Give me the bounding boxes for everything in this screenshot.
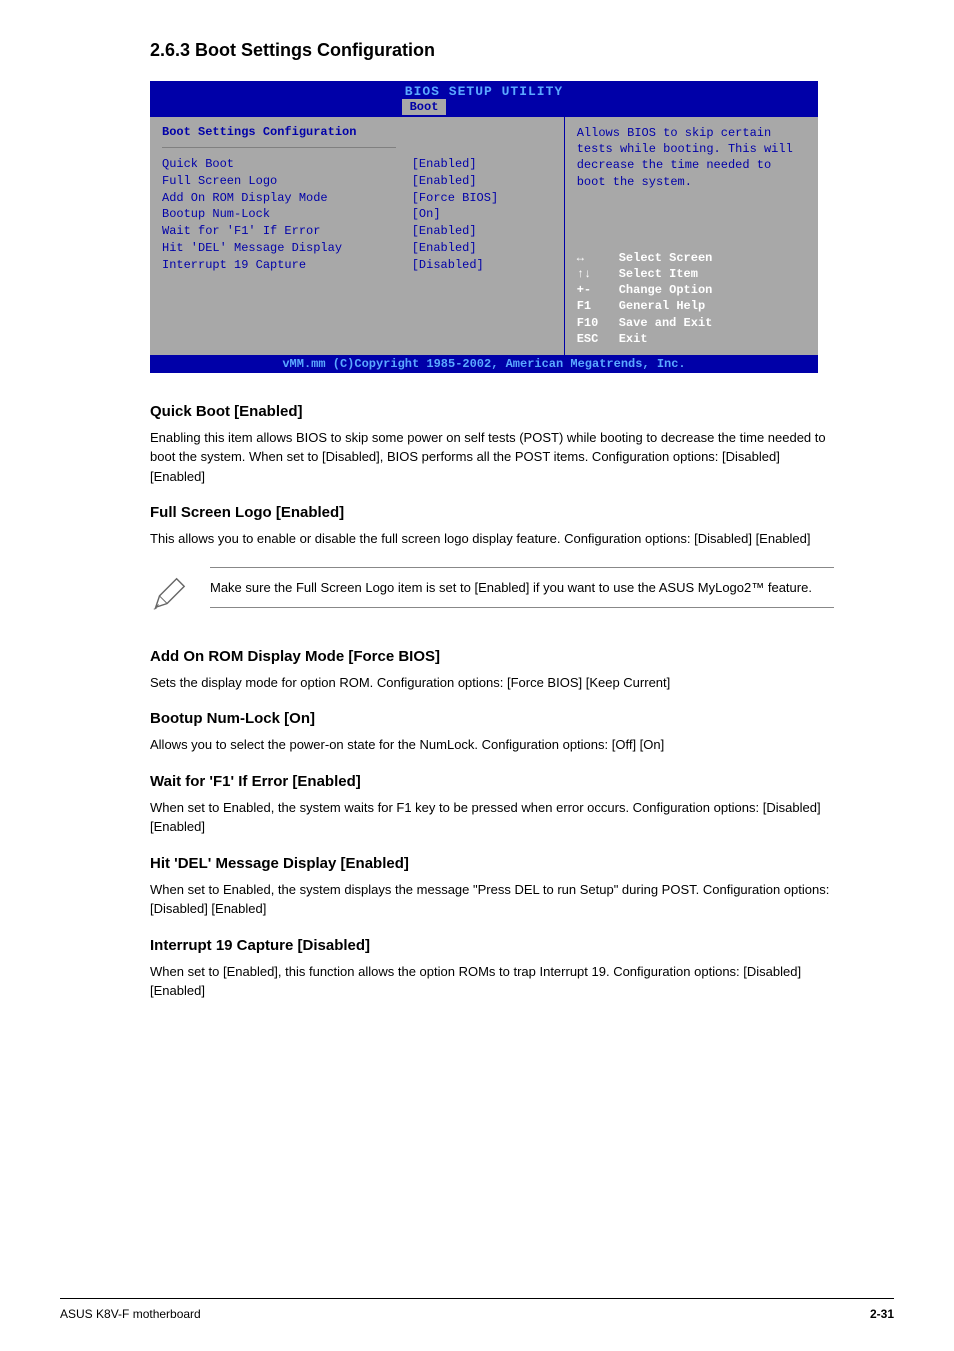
bios-key-row: ↑↓ Select Item xyxy=(577,266,806,282)
doc-section: Quick Boot [Enabled] Enabling this item … xyxy=(150,403,834,549)
doc-text: Enabling this item allows BIOS to skip s… xyxy=(150,428,834,487)
bios-setting-value: [Force BIOS] xyxy=(412,190,552,207)
esc-key-icon: ESC xyxy=(577,331,619,347)
doc-text: This allows you to enable or disable the… xyxy=(150,529,834,549)
bios-footer: vMM.mm (C)Copyright 1985-2002, American … xyxy=(150,355,818,373)
doc-heading: Interrupt 19 Capture [Disabled] xyxy=(150,937,834,954)
bios-setting-row: Bootup Num-Lock [On] xyxy=(162,206,552,223)
bios-setting-row: Interrupt 19 Capture [Disabled] xyxy=(162,257,552,274)
bios-setting-value: [Enabled] xyxy=(412,173,552,190)
arrows-vertical-icon: ↑↓ xyxy=(577,266,619,282)
bios-key-label: General Help xyxy=(619,298,705,314)
bios-setting-row: Quick Boot [Enabled] xyxy=(162,156,552,173)
doc-text: When set to [Enabled], this function all… xyxy=(150,962,834,1001)
bios-body: Boot Settings Configuration Quick Boot [… xyxy=(150,117,818,355)
doc-text: When set to Enabled, the system waits fo… xyxy=(150,798,834,837)
doc-text: Allows you to select the power-on state … xyxy=(150,735,834,755)
page-footer: ASUS K8V-F motherboard 2-31 xyxy=(60,1298,894,1321)
f1-key-icon: F1 xyxy=(577,298,619,314)
bios-key-label: Save and Exit xyxy=(619,315,713,331)
bios-setting-label: Interrupt 19 Capture xyxy=(162,257,412,274)
bios-setting-row: Wait for 'F1' If Error [Enabled] xyxy=(162,223,552,240)
bios-section-title: Boot Settings Configuration xyxy=(162,125,552,139)
bios-help-text: Allows BIOS to skip certain tests while … xyxy=(577,125,806,190)
bios-setting-label: Hit 'DEL' Message Display xyxy=(162,240,412,257)
arrows-horizontal-icon: ↔ xyxy=(577,250,619,266)
bios-setting-value: [Enabled] xyxy=(412,156,552,173)
bios-setting-value: [Enabled] xyxy=(412,223,552,240)
note-text: Make sure the Full Screen Logo item is s… xyxy=(210,567,834,609)
doc-heading: Add On ROM Display Mode [Force BIOS] xyxy=(150,648,834,665)
bios-setting-value: [On] xyxy=(412,206,552,223)
bios-setting-value: [Enabled] xyxy=(412,240,552,257)
bios-header: BIOS SETUP UTILITY Boot xyxy=(150,81,818,117)
bios-setting-value: [Disabled] xyxy=(412,257,552,274)
doc-heading: Hit 'DEL' Message Display [Enabled] xyxy=(150,855,834,872)
bios-setting-row: Hit 'DEL' Message Display [Enabled] xyxy=(162,240,552,257)
bios-key-label: Exit xyxy=(619,331,648,347)
bios-setting-label: Full Screen Logo xyxy=(162,173,412,190)
footer-page-number: 2-31 xyxy=(870,1307,894,1321)
note-block: Make sure the Full Screen Logo item is s… xyxy=(150,567,834,618)
bios-setting-label: Wait for 'F1' If Error xyxy=(162,223,412,240)
bios-tab-boot: Boot xyxy=(402,99,447,115)
bios-left-panel: Boot Settings Configuration Quick Boot [… xyxy=(150,117,565,355)
doc-heading: Bootup Num-Lock [On] xyxy=(150,710,834,727)
f10-key-icon: F10 xyxy=(577,315,619,331)
bios-key-row: ↔ Select Screen xyxy=(577,250,806,266)
bios-key-label: Select Item xyxy=(619,266,698,282)
bios-screenshot: BIOS SETUP UTILITY Boot Boot Settings Co… xyxy=(150,81,818,373)
bios-setting-row: Full Screen Logo [Enabled] xyxy=(162,173,552,190)
bios-title: BIOS SETUP UTILITY xyxy=(150,84,818,99)
doc-heading: Wait for 'F1' If Error [Enabled] xyxy=(150,773,834,790)
bios-setting-label: Bootup Num-Lock xyxy=(162,206,412,223)
bios-key-label: Change Option xyxy=(619,282,713,298)
doc-heading: Full Screen Logo [Enabled] xyxy=(150,504,834,521)
bios-divider xyxy=(162,147,396,148)
section-heading: 2.6.3 Boot Settings Configuration xyxy=(60,40,894,61)
plus-minus-icon: +- xyxy=(577,282,619,298)
doc-text: Sets the display mode for option ROM. Co… xyxy=(150,673,834,693)
footer-product-name: ASUS K8V-F motherboard xyxy=(60,1307,201,1321)
doc-heading: Quick Boot [Enabled] xyxy=(150,403,834,420)
bios-setting-label: Add On ROM Display Mode xyxy=(162,190,412,207)
bios-key-legend: ↔ Select Screen ↑↓ Select Item +- Change… xyxy=(577,250,806,347)
bios-key-row: +- Change Option xyxy=(577,282,806,298)
bios-key-row: ESC Exit xyxy=(577,331,806,347)
bios-setting-row: Add On ROM Display Mode [Force BIOS] xyxy=(162,190,552,207)
bios-key-row: F10 Save and Exit xyxy=(577,315,806,331)
doc-section: Add On ROM Display Mode [Force BIOS] Set… xyxy=(150,648,834,1001)
bios-key-row: F1 General Help xyxy=(577,298,806,314)
bios-key-label: Select Screen xyxy=(619,250,713,266)
doc-text: When set to Enabled, the system displays… xyxy=(150,880,834,919)
bios-setting-label: Quick Boot xyxy=(162,156,412,173)
bios-right-panel: Allows BIOS to skip certain tests while … xyxy=(565,117,818,355)
pencil-note-icon xyxy=(150,567,210,618)
